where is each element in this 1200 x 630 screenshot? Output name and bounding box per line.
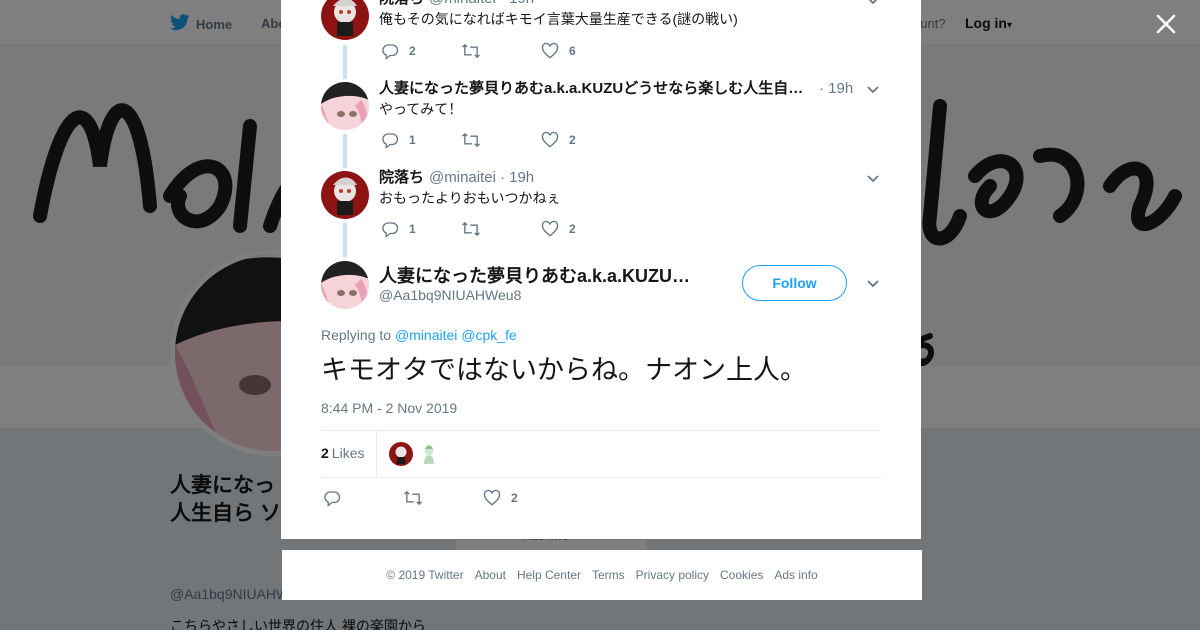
main-tweet-timestamp[interactable]: 8:44 PM - 2 Nov 2019	[321, 400, 457, 416]
likes-stat-count: 2	[321, 445, 329, 461]
tweet-stats: 2 Likes	[321, 430, 881, 478]
likes-stat[interactable]: 2 Likes	[321, 445, 364, 461]
retweet-button[interactable]	[461, 42, 541, 60]
heart-icon	[541, 220, 559, 237]
footer-copyright: © 2019 Twitter	[386, 568, 464, 582]
main-tweet-avatar[interactable]	[321, 261, 369, 309]
green-character-avatar-art	[417, 442, 441, 466]
reply-button[interactable]: 2	[381, 42, 461, 60]
avatar[interactable]	[321, 82, 369, 130]
red-character-avatar-art	[321, 171, 369, 219]
reply-count: 2	[409, 44, 416, 58]
footer-link-terms[interactable]: Terms	[592, 568, 625, 582]
reply-count: 1	[409, 133, 416, 147]
retweet-icon	[404, 490, 422, 506]
reply-button[interactable]	[323, 489, 403, 507]
reply-icon	[324, 491, 341, 507]
avatar[interactable]	[321, 171, 369, 219]
user-handle[interactable]: @minaitei	[429, 168, 496, 188]
tweet-modal: 院落ち @minaitei · 19h 俺もその気になればキモイ言葉大量生産でき…	[281, 0, 921, 539]
close-icon	[1156, 14, 1176, 34]
red-character-avatar-art	[321, 0, 369, 40]
main-tweet-text: キモオタではないからね。ナオン上人。	[321, 355, 807, 385]
retweet-icon	[462, 43, 480, 59]
heart-icon	[483, 489, 501, 506]
heart-icon	[541, 42, 559, 59]
display-name[interactable]: 院落ち	[379, 168, 424, 188]
footer-link-help[interactable]: Help Center	[517, 568, 581, 582]
close-modal-button[interactable]	[1154, 12, 1178, 36]
main-tweet-actions: 2	[323, 489, 563, 507]
display-name[interactable]: 院落ち	[379, 0, 424, 9]
thread-tweet[interactable]: 院落ち @minaitei · 19h おもったよりおもいつかねぇ 1 2	[281, 167, 921, 256]
chevron-down-icon[interactable]	[865, 171, 881, 187]
thread-tweet[interactable]: 人妻になった夢貝りあむa.k.a.KUZUどうせなら楽しむ人生自らで… · 19…	[281, 78, 921, 167]
display-name[interactable]: 人妻になった夢貝りあむa.k.a.KUZUどうせなら楽しむ人生自らで…	[379, 79, 809, 99]
pink-hair-avatar-art	[321, 82, 369, 130]
pink-hair-avatar-art	[321, 261, 369, 309]
footer-link-about[interactable]: About	[475, 568, 506, 582]
footer-link-ads[interactable]: Ads info	[774, 568, 817, 582]
heart-icon	[541, 131, 559, 148]
tweet-text: やってみて！	[379, 101, 463, 117]
red-character-avatar-art	[389, 442, 413, 466]
reply-icon	[382, 133, 399, 149]
thread-tweet[interactable]: 院落ち @minaitei · 19h 俺もその気になればキモイ言葉大量生産でき…	[281, 0, 921, 78]
follow-button[interactable]: Follow	[742, 265, 847, 301]
like-button[interactable]: 2	[541, 131, 621, 149]
liker-avatar[interactable]	[417, 442, 441, 466]
tweet-actions: 1 2	[381, 219, 621, 239]
like-count: 2	[569, 133, 576, 147]
avatar[interactable]	[321, 0, 369, 40]
tweet-header: 人妻になった夢貝りあむa.k.a.KUZUどうせなら楽しむ人生自らで… · 19…	[379, 79, 853, 99]
replying-to: Replying to @minaitei @cpk_fe	[321, 327, 517, 343]
like-button[interactable]: 2	[483, 489, 563, 507]
tweet-time[interactable]: · 19h	[500, 168, 534, 188]
liker-avatar[interactable]	[389, 442, 413, 466]
like-button[interactable]: 2	[541, 220, 621, 238]
tweet-header: 院落ち @minaitei · 19h	[379, 168, 534, 188]
retweet-icon	[462, 132, 480, 148]
reply-button[interactable]: 1	[381, 220, 461, 238]
mention-link[interactable]: @minaitei	[395, 327, 457, 343]
like-count: 2	[511, 491, 518, 505]
user-handle[interactable]: @minaitei	[429, 0, 496, 9]
modal-footer: © 2019 Twitter About Help Center Terms P…	[282, 550, 922, 600]
main-tweet-display-name[interactable]: 人妻になった夢貝りあむa.k.a.KUZU…	[379, 262, 709, 288]
chevron-down-icon[interactable]	[865, 82, 881, 98]
main-tweet-handle[interactable]: @Aa1bq9NIUAHWeu8	[379, 287, 521, 303]
retweet-icon	[462, 221, 480, 237]
likes-stat-label: Likes	[331, 445, 365, 461]
tweet-text: 俺もその気になればキモイ言葉大量生産できる(謎の戦い)	[379, 11, 738, 27]
tweet-actions: 1 2	[381, 130, 621, 150]
retweet-button[interactable]	[461, 131, 541, 149]
like-button[interactable]: 6	[541, 42, 621, 60]
chevron-down-icon[interactable]	[865, 0, 881, 9]
reply-button[interactable]: 1	[381, 131, 461, 149]
replying-prefix: Replying to	[321, 327, 392, 343]
stats-divider	[376, 431, 377, 477]
tweet-time[interactable]: · 19h	[500, 0, 534, 9]
chevron-down-icon[interactable]	[865, 276, 881, 297]
tweet-time[interactable]: · 19h	[819, 79, 853, 99]
like-count: 6	[569, 44, 576, 58]
footer-link-privacy[interactable]: Privacy policy	[636, 568, 709, 582]
retweet-button[interactable]	[461, 220, 541, 238]
reply-icon	[382, 222, 399, 238]
mention-link[interactable]: @cpk_fe	[461, 327, 516, 343]
footer-link-cookies[interactable]: Cookies	[720, 568, 763, 582]
tweet-text: おもったよりおもいつかねぇ	[379, 190, 561, 206]
tweet-actions: 2 6	[381, 41, 621, 61]
tweet-header: 院落ち @minaitei · 19h	[379, 0, 534, 9]
like-count: 2	[569, 222, 576, 236]
retweet-button[interactable]	[403, 489, 483, 507]
reply-icon	[382, 44, 399, 60]
reply-count: 1	[409, 222, 416, 236]
